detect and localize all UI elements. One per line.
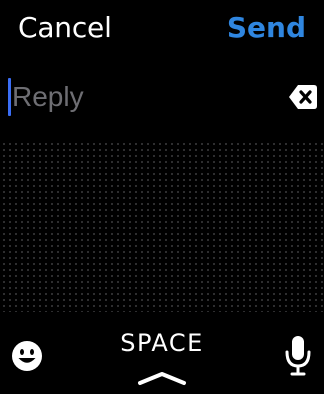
- cancel-button[interactable]: Cancel: [18, 11, 112, 44]
- dictation-button[interactable]: [284, 334, 312, 376]
- reply-input[interactable]: [12, 76, 262, 118]
- chevron-up-icon[interactable]: [137, 370, 187, 386]
- reply-field-row: [0, 70, 324, 126]
- backspace-icon: [289, 85, 317, 109]
- top-bar: Cancel Send: [0, 0, 324, 62]
- send-button[interactable]: Send: [227, 11, 306, 44]
- microphone-icon: [285, 336, 311, 376]
- keyboard-bottom-bar: SPACE: [0, 312, 324, 394]
- text-cursor: [8, 78, 11, 116]
- backspace-button[interactable]: [288, 83, 318, 111]
- scribble-input-area[interactable]: [0, 140, 324, 312]
- space-key[interactable]: SPACE: [0, 329, 324, 357]
